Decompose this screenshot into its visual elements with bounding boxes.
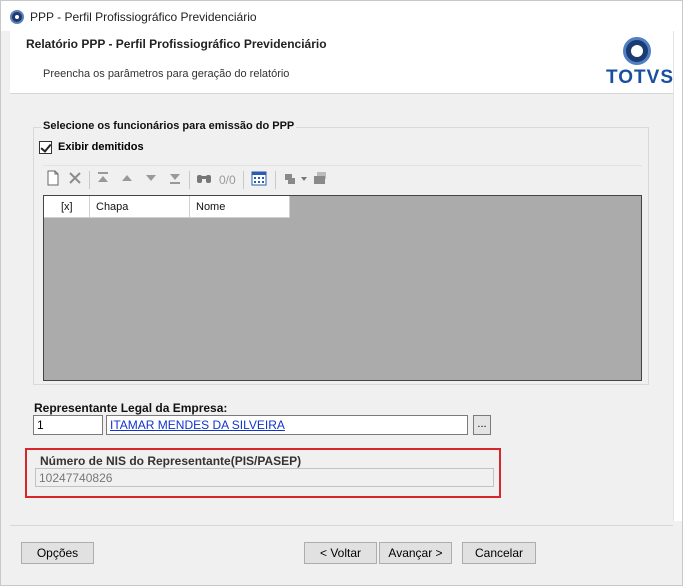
employee-selection-group: Selecione os funcionários para emissão d… — [33, 120, 649, 385]
find-icon[interactable] — [195, 170, 213, 190]
nis-field: 10247740826 — [35, 468, 494, 487]
grid-toolbar: 0/0 — [43, 165, 642, 193]
nis-highlight-box: Número de NIS do Representante(PIS/PASEP… — [25, 448, 501, 498]
wizard-header: Relatório PPP - Perfil Profissiográfico … — [10, 31, 673, 94]
process-icon[interactable] — [281, 170, 299, 190]
employee-grid[interactable]: [x] Chapa Nome — [43, 195, 642, 381]
title-bar: PPP - Perfil Profissiográfico Previdenci… — [1, 1, 682, 31]
representative-label: Representante Legal da Empresa: — [34, 401, 228, 415]
app-icon — [10, 10, 24, 24]
first-icon[interactable] — [95, 170, 111, 190]
toolbar-separator — [89, 171, 90, 189]
toolbar-separator — [243, 171, 244, 189]
back-button[interactable]: < Voltar — [304, 542, 377, 564]
previous-icon[interactable] — [119, 170, 135, 190]
new-icon[interactable] — [45, 170, 61, 190]
show-dismissed-label[interactable]: Exibir demitidos — [58, 141, 144, 153]
show-dismissed-checkbox[interactable] — [39, 141, 52, 154]
grid-column-nome[interactable]: Nome — [190, 196, 290, 218]
totvs-logo-icon — [623, 37, 651, 65]
cancel-button[interactable]: Cancelar — [462, 542, 536, 564]
window-title: PPP - Perfil Profissiográfico Previdenci… — [30, 10, 257, 24]
grid-header: [x] Chapa Nome — [44, 196, 290, 218]
totvs-logo-text: TOTVS — [606, 67, 674, 88]
record-counter: 0/0 — [219, 173, 236, 187]
representative-lookup-button[interactable]: ... — [473, 415, 491, 435]
last-icon[interactable] — [167, 170, 183, 190]
totvs-logo: TOTVS — [605, 37, 673, 89]
representative-code-field[interactable]: 1 — [33, 415, 103, 435]
dropdown-arrow-icon[interactable] — [299, 170, 309, 190]
footer-divider — [10, 525, 673, 526]
next-button[interactable]: Avançar > — [379, 542, 452, 564]
ppp-dialog-window: PPP - Perfil Profissiográfico Previdenci… — [0, 0, 683, 586]
page-subtitle: Preencha os parâmetros para geração do r… — [43, 68, 290, 80]
grid-column-select[interactable]: [x] — [44, 196, 90, 218]
grid-column-chapa[interactable]: Chapa — [90, 196, 190, 218]
nis-label: Número de NIS do Representante(PIS/PASEP… — [40, 454, 302, 468]
print-icon[interactable] — [311, 170, 329, 190]
wizard-body: Selecione os funcionários para emissão d… — [10, 95, 673, 525]
side-scroll-strip — [673, 31, 682, 521]
employee-group-title: Selecione os funcionários para emissão d… — [41, 120, 297, 132]
options-button[interactable]: Opções — [21, 542, 94, 564]
delete-icon[interactable] — [67, 170, 83, 190]
representative-name-field[interactable]: ITAMAR MENDES DA SILVEIRA — [106, 415, 468, 435]
page-title: Relatório PPP - Perfil Profissiográfico … — [26, 37, 327, 51]
calendar-grid-icon[interactable] — [250, 170, 268, 190]
toolbar-separator — [275, 171, 276, 189]
toolbar-separator — [189, 171, 190, 189]
next-icon[interactable] — [143, 170, 159, 190]
